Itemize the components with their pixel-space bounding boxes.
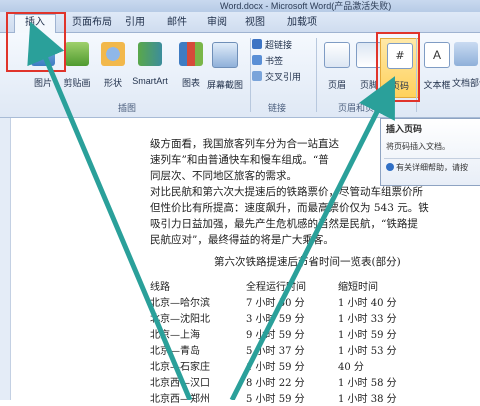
annotation-arrows (27, 21, 395, 400)
arrow-to-page-number (229, 76, 395, 400)
arrow-to-insert-tab (27, 21, 193, 400)
